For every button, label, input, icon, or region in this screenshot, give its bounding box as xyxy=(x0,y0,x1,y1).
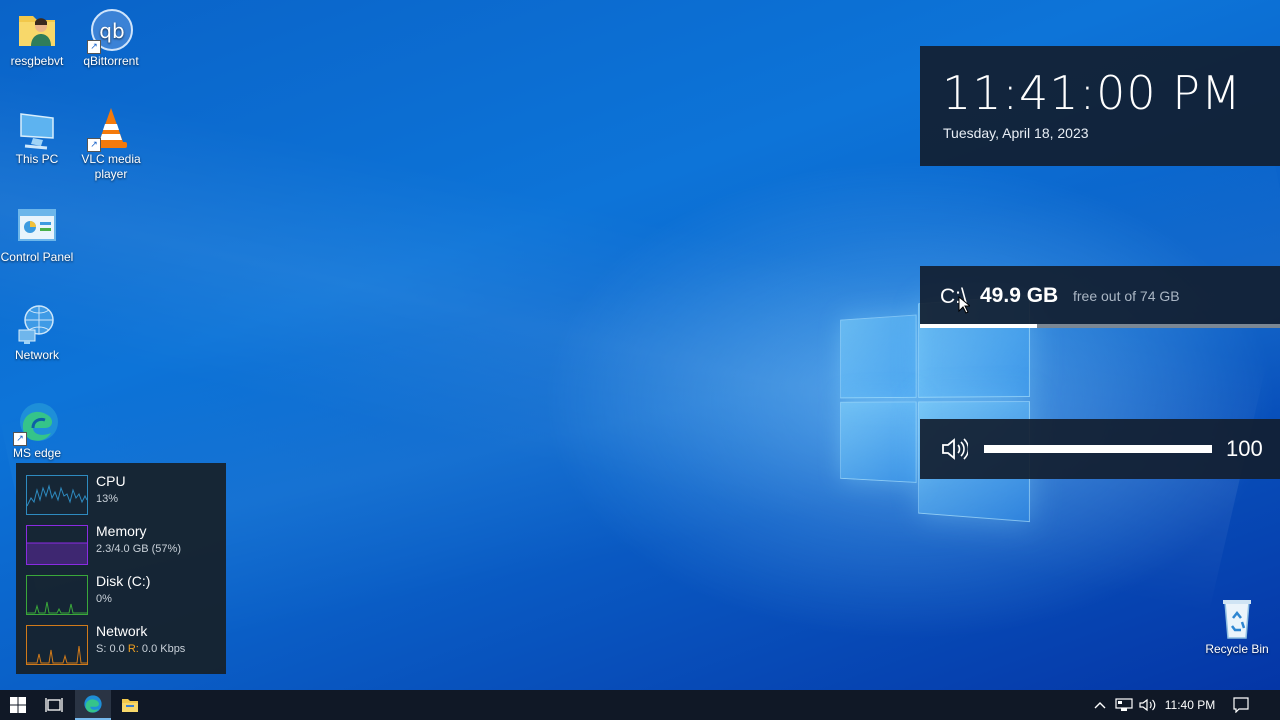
edge-icon xyxy=(84,695,102,713)
cpu-graph xyxy=(26,475,88,515)
taskbar: 11:40 PM xyxy=(0,690,1280,720)
monitor-row-memory[interactable]: Memory 2.3/4.0 GB (57%) xyxy=(26,523,221,567)
clock-time: 11:41:00 PM xyxy=(942,66,1242,120)
cpu-label: CPU xyxy=(96,473,126,489)
show-hidden-icons-button[interactable] xyxy=(1090,690,1110,720)
icon-label: Control Panel xyxy=(0,250,74,264)
svg-text:qb: qb xyxy=(99,19,124,43)
volume-tray-button[interactable] xyxy=(1137,690,1159,720)
windows-start-icon xyxy=(10,697,26,713)
monitor-row-cpu[interactable]: CPU 13% xyxy=(26,473,221,517)
network-value: S: 0.0 R: 0.0 Kbps xyxy=(96,643,186,655)
network-graph xyxy=(26,625,88,665)
network-tray-button[interactable] xyxy=(1113,690,1135,720)
start-button[interactable] xyxy=(0,690,36,720)
taskbar-clock[interactable]: 11:40 PM xyxy=(1160,698,1220,712)
memory-value: 2.3/4.0 GB (57%) xyxy=(96,543,181,555)
icon-label: Recycle Bin xyxy=(1205,642,1269,656)
icon-label: resgbebvt xyxy=(10,54,64,68)
volume-widget[interactable]: 100 xyxy=(920,419,1280,479)
user-folder-icon xyxy=(15,8,59,52)
taskbar-edge-button[interactable] xyxy=(75,690,111,720)
desktop-icon-user-folder[interactable]: resgbebvt xyxy=(0,8,74,69)
chevron-up-icon xyxy=(1094,702,1106,709)
control-panel-icon xyxy=(15,204,59,248)
computer-icon xyxy=(15,106,59,150)
network-label: Network xyxy=(96,623,148,639)
disk-widget[interactable]: C:\ 49.9 GB free out of 74 GB xyxy=(920,266,1280,328)
volume-value: 100 xyxy=(1226,436,1263,461)
desktop-icon-vlc[interactable]: ↗ VLC media player xyxy=(74,106,148,182)
memory-graph xyxy=(26,525,88,565)
disk-usage-bar xyxy=(920,324,1280,328)
network-globe-icon xyxy=(15,302,59,346)
icon-label: VLC media player xyxy=(81,152,141,181)
windows-logo-wallpaper xyxy=(840,294,1030,523)
disk-free-space: 49.9 GB xyxy=(980,284,1059,307)
desktop-icon-network[interactable]: Network xyxy=(0,302,74,363)
ethernet-icon xyxy=(1115,698,1133,711)
disk-total-text: free out of 74 GB xyxy=(1073,288,1180,304)
task-view-button[interactable] xyxy=(36,690,72,720)
icon-label: This PC xyxy=(15,152,59,166)
cpu-value: 13% xyxy=(96,493,119,505)
desktop-icon-ms-edge[interactable]: ↗ MS edge xyxy=(0,400,74,461)
mouse-cursor-icon xyxy=(958,295,972,314)
task-view-icon xyxy=(45,698,63,712)
folder-icon xyxy=(122,699,138,712)
desktop-icon-control-panel[interactable]: Control Panel xyxy=(0,204,74,265)
taskbar-file-explorer-button[interactable] xyxy=(112,690,148,720)
recycle-bin-icon xyxy=(1215,596,1259,640)
disk-usage-fill xyxy=(920,324,1038,328)
edge-icon: ↗ xyxy=(13,400,59,446)
icon-label: Network xyxy=(14,348,59,362)
monitor-row-network[interactable]: Network S: 0.0 R: 0.0 Kbps xyxy=(26,623,221,667)
clock-widget: 11:41:00 PM Tuesday, April 18, 2023 xyxy=(920,46,1280,166)
notification-icon xyxy=(1233,697,1249,713)
desktop-icon-recycle-bin[interactable]: Recycle Bin xyxy=(1200,596,1274,657)
action-center-button[interactable] xyxy=(1228,690,1254,720)
monitor-row-disk[interactable]: Disk (C:) 0% xyxy=(26,573,221,617)
desktop-icon-this-pc[interactable]: This PC xyxy=(0,106,74,167)
volume-slider[interactable] xyxy=(984,445,1212,453)
icon-label: qBittorrent xyxy=(83,54,139,68)
memory-label: Memory xyxy=(96,523,147,539)
disk-graph xyxy=(26,575,88,615)
disk-label: Disk (C:) xyxy=(96,573,151,589)
disk-value: 0% xyxy=(96,593,112,605)
resource-monitor-widget: CPU 13% Memory 2.3/4.0 GB (57%) Disk (C:… xyxy=(16,463,226,674)
vlc-cone-icon: ↗ xyxy=(87,106,133,152)
icon-label: MS edge xyxy=(12,446,62,460)
speaker-icon xyxy=(1139,698,1156,712)
volume-slider-fill xyxy=(984,445,1212,453)
desktop-icon-qbittorrent[interactable]: qb ↗ qBittorrent xyxy=(74,8,148,69)
qbittorrent-icon: qb ↗ xyxy=(87,8,133,54)
clock-date: Tuesday, April 18, 2023 xyxy=(943,125,1089,141)
speaker-icon[interactable] xyxy=(940,435,970,463)
